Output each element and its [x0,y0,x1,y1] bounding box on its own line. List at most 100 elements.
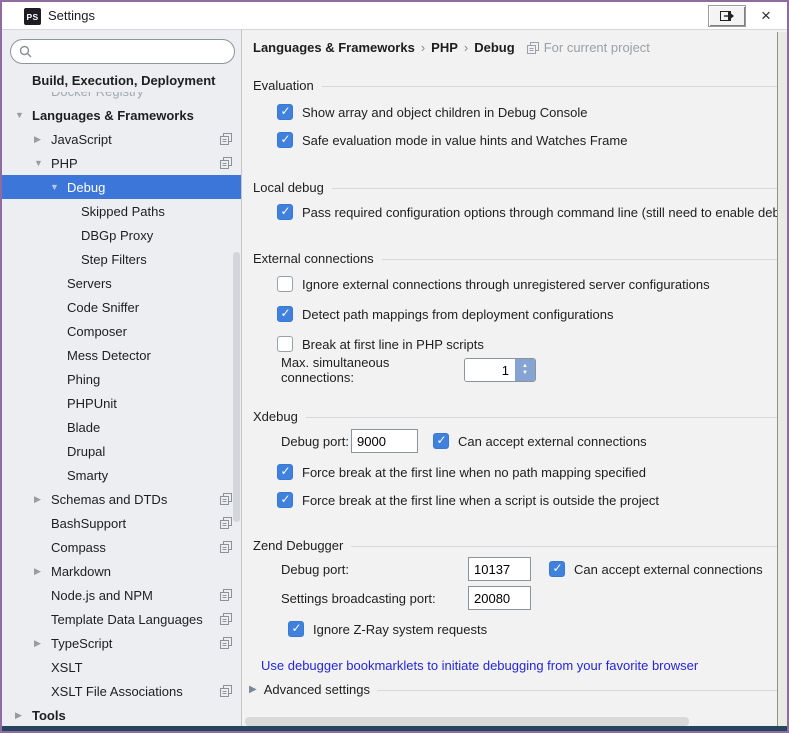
checkbox-label: Can accept external connections [458,434,647,449]
sidebar-item-node-js-and-npm[interactable]: Node.js and NPM [2,583,242,607]
sidebar-item-servers[interactable]: Servers [2,271,242,295]
sidebar-item-phpunit[interactable]: PHPUnit [2,391,242,415]
debugger-bookmarklets-link[interactable]: Use debugger bookmarklets to initiate de… [261,658,698,673]
advanced-settings-toggle[interactable]: ▶ Advanced settings [249,680,777,698]
checkbox[interactable] [277,204,293,220]
breadcrumb-php[interactable]: PHP [431,40,458,55]
checkbox[interactable] [277,276,293,292]
sidebar-item-php[interactable]: ▼PHP [2,151,242,175]
sidebar-item-drupal[interactable]: Drupal [2,439,242,463]
chevron-down-icon[interactable]: ▼ [50,182,67,192]
stepper-up-icon[interactable]: ▲ [522,363,528,370]
max-connections-row: Max. simultaneous connections: ▲ ▼ [281,357,777,383]
sidebar-item-label: Composer [67,324,127,339]
close-icon[interactable]: × [754,5,778,27]
option-pass-config[interactable]: Pass required configuration options thro… [277,200,777,224]
sidebar-item-xslt[interactable]: XSLT [2,655,242,679]
settings-sidebar: Build, Execution, DeploymentDocker Regis… [2,30,242,731]
sidebar-item-label: Markdown [51,564,111,579]
sidebar-scrollbar[interactable] [233,252,240,522]
checkbox[interactable] [549,561,565,577]
chevron-right-icon[interactable]: ▶ [249,684,257,695]
sidebar-item-compass[interactable]: Compass [2,535,242,559]
sidebar-item-label: Step Filters [81,252,147,267]
sidebar-item-xslt-file-associations[interactable]: XSLT File Associations [2,679,242,703]
chevron-right-icon[interactable]: ▶ [15,710,32,721]
section-title: Xdebug [253,409,298,424]
sidebar-item-step-filters[interactable]: Step Filters [2,247,242,271]
checkbox[interactable] [277,492,293,508]
scope-indicator: For current project [527,40,650,55]
sidebar-item-bashsupport[interactable]: BashSupport [2,511,242,535]
sidebar-item-label: Servers [67,276,112,291]
option-detect-path-mappings[interactable]: Detect path mappings from deployment con… [277,302,777,326]
sidebar-item-phing[interactable]: Phing [2,367,242,391]
sidebar-item-build-execution-deployment[interactable]: Build, Execution, Deployment [2,68,242,92]
chevron-right-icon[interactable]: ▶ [34,638,51,649]
option-force-break-no-mapping[interactable]: Force break at the first line when no pa… [277,460,777,484]
chevron-right-icon[interactable]: ▶ [34,494,51,505]
stepper-buttons[interactable]: ▲ ▼ [515,359,535,381]
search-icon [19,45,32,58]
sidebar-item-blade[interactable]: Blade [2,415,242,439]
option-break-first-line[interactable]: Break at first line in PHP scripts [277,332,777,356]
option-show-array-children[interactable]: Show array and object children in Debug … [277,100,777,124]
per-project-icon [220,637,232,649]
zend-port-field[interactable] [468,557,531,581]
detach-window-button[interactable] [708,5,746,27]
sidebar-item-skipped-paths[interactable]: Skipped Paths [2,199,242,223]
sidebar-item-mess-detector[interactable]: Mess Detector [2,343,242,367]
stepper-down-icon[interactable]: ▼ [522,370,528,377]
option-force-break-outside-project[interactable]: Force break at the first line when a scr… [277,488,777,512]
sidebar-item-typescript[interactable]: ▶TypeScript [2,631,242,655]
search-box[interactable] [10,39,235,64]
chevron-down-icon[interactable]: ▼ [15,110,32,120]
sidebar-item-smarty[interactable]: Smarty [2,463,242,487]
max-connections-input[interactable] [465,359,515,381]
advanced-settings-label: Advanced settings [264,682,370,697]
option-ignore-external[interactable]: Ignore external connections through unre… [277,272,777,296]
sidebar-item-tools[interactable]: ▶Tools [2,703,242,727]
per-project-icon [220,517,232,529]
xdebug-port-field[interactable] [351,429,418,453]
checkbox[interactable] [277,132,293,148]
checkbox[interactable] [288,621,304,637]
search-input[interactable] [38,44,226,59]
checkbox[interactable] [277,464,293,480]
breadcrumb-debug: Debug [474,40,514,55]
chevron-right-icon[interactable]: ▶ [34,134,51,145]
max-connections-stepper[interactable]: ▲ ▼ [464,358,536,382]
checkbox[interactable] [277,336,293,352]
chevron-right-icon[interactable]: ▶ [34,566,51,577]
option-zend-accept-external[interactable]: Can accept external connections [549,561,763,577]
sidebar-item-dbgp-proxy[interactable]: DBGp Proxy [2,223,242,247]
section-title: Evaluation [253,78,314,93]
option-safe-evaluation[interactable]: Safe evaluation mode in value hints and … [277,128,777,152]
sidebar-item-composer[interactable]: Composer [2,319,242,343]
checkbox[interactable] [277,306,293,322]
sidebar-item-languages-frameworks[interactable]: ▼Languages & Frameworks [2,103,242,127]
checkbox[interactable] [277,104,293,120]
chevron-down-icon[interactable]: ▼ [34,158,51,168]
option-xdebug-accept-external[interactable]: Can accept external connections [433,433,647,449]
horizontal-scrollbar[interactable] [245,717,689,726]
sidebar-item-javascript[interactable]: ▶JavaScript [2,127,242,151]
sidebar-item-debug[interactable]: ▼Debug [2,175,242,199]
checkbox[interactable] [433,433,449,449]
sidebar-item-label: Docker Registry [51,92,143,99]
zend-broadcast-field[interactable] [468,586,531,610]
sidebar-item-template-data-languages[interactable]: Template Data Languages [2,607,242,631]
checkbox-label: Safe evaluation mode in value hints and … [302,133,627,148]
option-ignore-zray[interactable]: Ignore Z-Ray system requests [288,617,777,641]
checkbox-label: Can accept external connections [574,562,763,577]
section-xdebug: Xdebug [253,407,777,425]
breadcrumb: Languages & Frameworks › PHP › Debug For… [253,40,777,55]
breadcrumb-languages-frameworks[interactable]: Languages & Frameworks [253,40,415,55]
sidebar-item-schemas-and-dtds[interactable]: ▶Schemas and DTDs [2,487,242,511]
sidebar-item-label: Code Sniffer [67,300,139,315]
section-title: Local debug [253,180,324,195]
sidebar-item-label: Phing [67,372,100,387]
sidebar-item-markdown[interactable]: ▶Markdown [2,559,242,583]
sidebar-item-docker-registry[interactable]: Docker Registry [2,92,242,103]
sidebar-item-code-sniffer[interactable]: Code Sniffer [2,295,242,319]
